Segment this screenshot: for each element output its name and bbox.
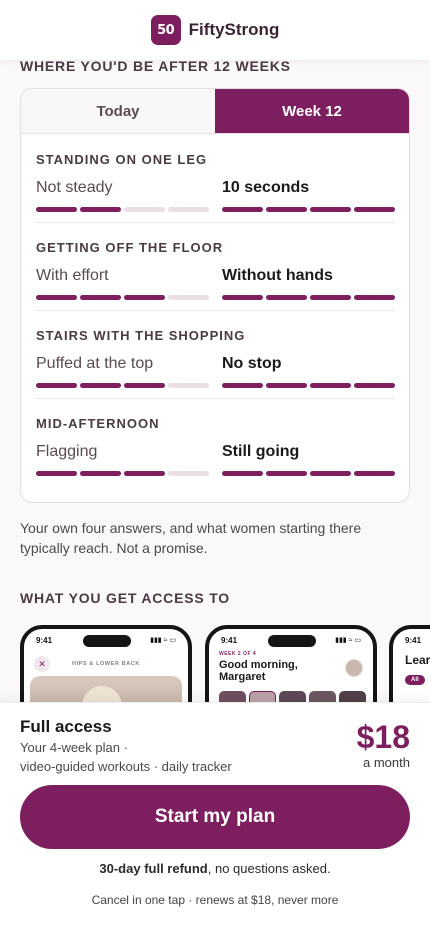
start-plan-button[interactable]: Start my plan: [20, 785, 410, 849]
today-value: Flagging: [36, 443, 98, 460]
disclaimer-text: Your own four answers, and what women st…: [20, 520, 362, 556]
level-segment-empty: [168, 207, 209, 212]
comparison-tabs: Today Week 12: [21, 89, 409, 134]
price-period: a month: [363, 755, 410, 770]
phone-time: 9:41: [36, 636, 53, 645]
greeting: Good morning, Margaret: [219, 659, 298, 683]
phone-notch: [83, 635, 131, 647]
cancel-note: Cancel in one tap · renews at $18, never…: [91, 893, 339, 907]
today-level-bar: [36, 471, 209, 476]
today-value: Puffed at the top: [36, 355, 154, 372]
refund-rest: , no questions asked.: [207, 861, 331, 876]
phone-screen-label: HIPS & LOWER BACK: [72, 661, 140, 667]
week12-level-bar: [222, 471, 395, 476]
week12-value: Without hands: [222, 267, 333, 284]
comparison-row: GETTING OFF THE FLOOR With effort Withou…: [36, 223, 395, 311]
level-segment-filled: [354, 383, 395, 388]
today-value: Not steady: [36, 179, 113, 196]
level-segment-filled: [222, 471, 263, 476]
level-segment-filled: [36, 471, 77, 476]
phone-notch: [268, 635, 316, 647]
level-segment-filled: [310, 471, 351, 476]
row-title: GETTING OFF THE FLOOR: [36, 240, 224, 255]
level-segment-filled: [222, 383, 263, 388]
level-segment-filled: [36, 295, 77, 300]
row-title: MID-AFTERNOON: [36, 416, 160, 431]
purchase-sheet: Full access Your 4-week plan · video-gui…: [0, 702, 430, 932]
refund-highlight: 30-day full refund: [99, 861, 208, 876]
brand-name: FiftyStrong: [188, 20, 280, 39]
refund-note: 30-day full refund, no questions asked.: [0, 861, 430, 876]
level-segment-filled: [124, 295, 165, 300]
level-segment-empty: [168, 295, 209, 300]
week12-value: 10 seconds: [222, 179, 310, 196]
level-segment-filled: [310, 295, 351, 300]
level-segment-filled: [124, 471, 165, 476]
status-icons: ▮▮▮ ≈ ▭: [335, 637, 361, 644]
level-segment-filled: [354, 471, 395, 476]
level-segment-filled: [36, 383, 77, 388]
comparison-row: STAIRS WITH THE SHOPPING Puffed at the t…: [36, 311, 395, 399]
comparison-row: MID-AFTERNOON Flagging Still going: [36, 399, 395, 487]
plan-price: $18: [356, 719, 410, 755]
week12-level-bar: [222, 383, 395, 388]
learn-title: Lear: [405, 653, 430, 667]
phone-time: 9:41: [405, 636, 422, 645]
phone-time: 9:41: [221, 636, 238, 645]
level-segment-filled: [80, 207, 121, 212]
level-segment-empty: [124, 207, 165, 212]
level-segment-filled: [124, 383, 165, 388]
level-segment-filled: [310, 383, 351, 388]
avatar[interactable]: [345, 659, 363, 677]
phone-preview-learn[interactable]: 9:41 Lear All: [389, 625, 430, 705]
level-segment-filled: [310, 207, 351, 212]
level-segment-filled: [80, 295, 121, 300]
week12-value: No stop: [222, 355, 282, 372]
today-level-bar: [36, 207, 209, 212]
week12-level-bar: [222, 207, 395, 212]
tab-week-12[interactable]: Week 12: [215, 89, 409, 133]
filter-pill-all[interactable]: All: [405, 675, 425, 685]
comparison-heading: WHERE YOU'D BE AFTER 12 WEEKS: [20, 58, 291, 74]
level-segment-filled: [266, 295, 307, 300]
comparison-row: STANDING ON ONE LEG Not steady 10 second…: [36, 135, 395, 223]
week12-value: Still going: [222, 443, 300, 460]
level-segment-filled: [354, 295, 395, 300]
level-segment-empty: [168, 383, 209, 388]
level-segment-filled: [266, 383, 307, 388]
level-segment-filled: [222, 295, 263, 300]
level-segment-filled: [222, 207, 263, 212]
tab-today[interactable]: Today: [21, 89, 215, 133]
today-level-bar: [36, 383, 209, 388]
level-segment-filled: [36, 207, 77, 212]
app-header: 50 FiftyStrong: [0, 0, 430, 60]
level-segment-filled: [354, 207, 395, 212]
level-segment-filled: [266, 471, 307, 476]
level-segment-empty: [168, 471, 209, 476]
level-segment-filled: [266, 207, 307, 212]
status-icons: ▮▮▮ ≈ ▭: [150, 637, 176, 644]
plan-description-line-1: Your 4-week plan ·: [20, 740, 128, 755]
week12-level-bar: [222, 295, 395, 300]
plan-title: Full access: [20, 717, 112, 736]
today-level-bar: [36, 295, 209, 300]
row-title: STAIRS WITH THE SHOPPING: [36, 328, 246, 343]
row-title: STANDING ON ONE LEG: [36, 152, 208, 167]
logo-icon: 50: [150, 15, 181, 45]
week-eyebrow: WEEK 2 OF 4: [219, 651, 257, 657]
level-segment-filled: [80, 471, 121, 476]
plan-description-line-2: video-guided workouts · daily tracker: [20, 759, 232, 774]
comparison-card: Today Week 12 STANDING ON ONE LEG Not st…: [20, 88, 410, 503]
access-heading: WHAT YOU GET ACCESS TO: [20, 590, 230, 606]
level-segment-filled: [80, 383, 121, 388]
today-value: With effort: [36, 267, 109, 284]
